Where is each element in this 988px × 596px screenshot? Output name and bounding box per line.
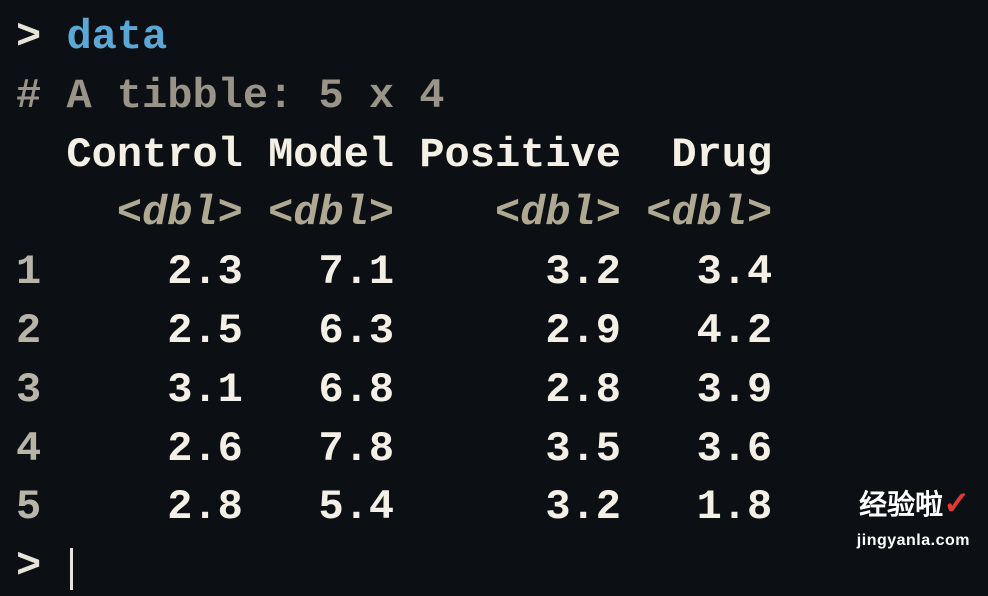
prompt-symbol: >: [16, 542, 41, 590]
cell: 3.6: [697, 425, 773, 473]
cell: 2.8: [545, 366, 621, 414]
watermark-domain: jingyanla.com: [857, 530, 970, 552]
row-number: 1: [16, 248, 41, 296]
cell: 2.8: [167, 483, 243, 531]
checkmark-icon: ✓: [943, 485, 970, 521]
column-header-drug: Drug: [671, 131, 772, 179]
cell: 4.2: [697, 307, 773, 355]
console-output: > data # A tibble: 5 x 4 Control Model P…: [16, 8, 972, 596]
column-header-model: Model: [268, 131, 394, 179]
column-header-control: Control: [66, 131, 242, 179]
cell: 2.5: [167, 307, 243, 355]
cell: 2.9: [545, 307, 621, 355]
cell: 3.9: [697, 366, 773, 414]
type-annotation: <dbl>: [117, 189, 243, 237]
cell: 2.3: [167, 248, 243, 296]
cell: 3.5: [545, 425, 621, 473]
row-number: 2: [16, 307, 41, 355]
watermark: 经验啦✓ jingyanla.com: [857, 471, 970, 552]
column-header-positive: Positive: [419, 131, 621, 179]
cell: 2.6: [167, 425, 243, 473]
cell: 6.8: [319, 366, 395, 414]
cursor-icon[interactable]: [70, 548, 73, 590]
watermark-text: 经验啦: [859, 489, 943, 520]
type-annotation: <dbl>: [495, 189, 621, 237]
tibble-comment: # A tibble: 5 x 4: [16, 72, 445, 120]
cell: 5.4: [319, 483, 395, 531]
type-annotation: <dbl>: [646, 189, 772, 237]
row-number: 3: [16, 366, 41, 414]
cell: 7.8: [319, 425, 395, 473]
cell: 3.2: [545, 248, 621, 296]
cell: 7.1: [319, 248, 395, 296]
type-annotation: <dbl>: [268, 189, 394, 237]
row-number: 4: [16, 425, 41, 473]
cell: 1.8: [697, 483, 773, 531]
row-number: 5: [16, 483, 41, 531]
cell: 3.4: [697, 248, 773, 296]
cell: 3.1: [167, 366, 243, 414]
cell: 3.2: [545, 483, 621, 531]
cell: 6.3: [319, 307, 395, 355]
prompt-symbol: >: [16, 13, 41, 61]
command-text: data: [66, 13, 167, 61]
